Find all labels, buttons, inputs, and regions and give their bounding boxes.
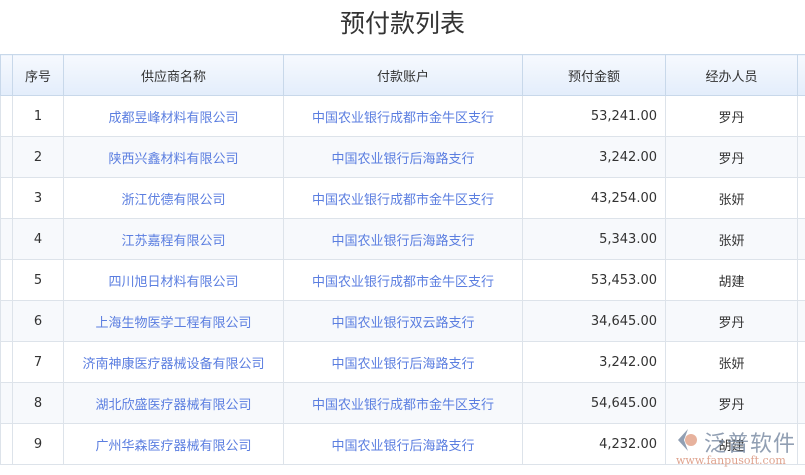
cell-account[interactable]: 中国农业银行双云路支行 bbox=[283, 300, 523, 342]
row-spacer bbox=[0, 136, 13, 178]
cell-person: 张妍 bbox=[665, 218, 798, 260]
row-spacer-right bbox=[797, 218, 805, 260]
cell-person: 胡建 bbox=[665, 259, 798, 301]
cell-no: 1 bbox=[12, 95, 64, 137]
table-row[interactable]: 8 湖北欣盛医疗器械有限公司 中国农业银行成都市金牛区支行 54,645.00 罗丹 bbox=[0, 382, 805, 424]
row-spacer-right bbox=[797, 259, 805, 301]
cell-person: 罗丹 bbox=[665, 382, 798, 424]
cell-person: 罗丹 bbox=[665, 300, 798, 342]
row-spacer bbox=[0, 259, 13, 301]
cell-supplier[interactable]: 江苏嘉程有限公司 bbox=[63, 218, 284, 260]
row-spacer-right bbox=[797, 136, 805, 178]
table-row[interactable]: 6 上海生物医学工程有限公司 中国农业银行双云路支行 34,645.00 罗丹 bbox=[0, 300, 805, 342]
table-row[interactable]: 3 浙江优德有限公司 中国农业银行成都市金牛区支行 43,254.00 张妍 bbox=[0, 177, 805, 219]
table-row[interactable]: 1 成都昱峰材料有限公司 中国农业银行成都市金牛区支行 53,241.00 罗丹 bbox=[0, 95, 805, 137]
cell-no: 8 bbox=[12, 382, 64, 424]
cell-account[interactable]: 中国农业银行后海路支行 bbox=[283, 341, 523, 383]
header-no[interactable]: 序号 bbox=[12, 54, 64, 96]
table-row[interactable]: 4 江苏嘉程有限公司 中国农业银行后海路支行 5,343.00 张妍 bbox=[0, 218, 805, 260]
cell-amount: 5,343.00 bbox=[522, 218, 666, 260]
cell-supplier[interactable]: 四川旭日材料有限公司 bbox=[63, 259, 284, 301]
cell-no: 7 bbox=[12, 341, 64, 383]
row-spacer-right bbox=[797, 95, 805, 137]
cell-supplier[interactable]: 济南神康医疗器械设备有限公司 bbox=[63, 341, 284, 383]
row-spacer bbox=[0, 95, 13, 137]
table-row[interactable]: 9 广州华森医疗器械有限公司 中国农业银行后海路支行 4,232.00 胡建 bbox=[0, 423, 805, 465]
cell-no: 5 bbox=[12, 259, 64, 301]
header-spacer bbox=[0, 54, 13, 96]
prepayment-table: 序号 供应商名称 付款账户 预付金额 经办人员 1 成都昱峰材料有限公司 中国农业银… bbox=[0, 54, 805, 465]
cell-amount: 3,242.00 bbox=[522, 341, 666, 383]
row-spacer-right bbox=[797, 423, 805, 465]
cell-amount: 43,254.00 bbox=[522, 177, 666, 219]
cell-no: 3 bbox=[12, 177, 64, 219]
header-person[interactable]: 经办人员 bbox=[665, 54, 798, 96]
row-spacer-right bbox=[797, 300, 805, 342]
cell-account[interactable]: 中国农业银行成都市金牛区支行 bbox=[283, 177, 523, 219]
cell-supplier[interactable]: 成都昱峰材料有限公司 bbox=[63, 95, 284, 137]
row-spacer bbox=[0, 423, 13, 465]
row-spacer bbox=[0, 177, 13, 219]
cell-supplier[interactable]: 湖北欣盛医疗器械有限公司 bbox=[63, 382, 284, 424]
row-spacer bbox=[0, 341, 13, 383]
cell-no: 4 bbox=[12, 218, 64, 260]
header-spacer-right bbox=[797, 54, 805, 96]
cell-supplier[interactable]: 广州华森医疗器械有限公司 bbox=[63, 423, 284, 465]
cell-account[interactable]: 中国农业银行后海路支行 bbox=[283, 136, 523, 178]
table-header: 序号 供应商名称 付款账户 预付金额 经办人员 bbox=[0, 54, 805, 96]
cell-supplier[interactable]: 上海生物医学工程有限公司 bbox=[63, 300, 284, 342]
header-account[interactable]: 付款账户 bbox=[283, 54, 523, 96]
cell-amount: 34,645.00 bbox=[522, 300, 666, 342]
cell-supplier[interactable]: 浙江优德有限公司 bbox=[63, 177, 284, 219]
cell-amount: 3,242.00 bbox=[522, 136, 666, 178]
cell-account[interactable]: 中国农业银行后海路支行 bbox=[283, 423, 523, 465]
cell-account[interactable]: 中国农业银行成都市金牛区支行 bbox=[283, 382, 523, 424]
cell-person: 张妍 bbox=[665, 341, 798, 383]
table-row[interactable]: 5 四川旭日材料有限公司 中国农业银行成都市金牛区支行 53,453.00 胡建 bbox=[0, 259, 805, 301]
cell-person: 罗丹 bbox=[665, 95, 798, 137]
row-spacer bbox=[0, 300, 13, 342]
cell-account[interactable]: 中国农业银行后海路支行 bbox=[283, 218, 523, 260]
cell-amount: 4,232.00 bbox=[522, 423, 666, 465]
row-spacer bbox=[0, 218, 13, 260]
cell-supplier[interactable]: 陕西兴鑫材料有限公司 bbox=[63, 136, 284, 178]
cell-account[interactable]: 中国农业银行成都市金牛区支行 bbox=[283, 95, 523, 137]
table-row[interactable]: 2 陕西兴鑫材料有限公司 中国农业银行后海路支行 3,242.00 罗丹 bbox=[0, 136, 805, 178]
row-spacer-right bbox=[797, 341, 805, 383]
row-spacer-right bbox=[797, 177, 805, 219]
header-supplier[interactable]: 供应商名称 bbox=[63, 54, 284, 96]
cell-no: 2 bbox=[12, 136, 64, 178]
table-row[interactable]: 7 济南神康医疗器械设备有限公司 中国农业银行后海路支行 3,242.00 张妍 bbox=[0, 341, 805, 383]
cell-amount: 54,645.00 bbox=[522, 382, 666, 424]
header-amount[interactable]: 预付金额 bbox=[522, 54, 666, 96]
cell-person: 胡建 bbox=[665, 423, 798, 465]
cell-account[interactable]: 中国农业银行成都市金牛区支行 bbox=[283, 259, 523, 301]
cell-no: 6 bbox=[12, 300, 64, 342]
page-title: 预付款列表 bbox=[339, 9, 465, 38]
cell-no: 9 bbox=[12, 423, 64, 465]
cell-amount: 53,241.00 bbox=[522, 95, 666, 137]
cell-amount: 53,453.00 bbox=[522, 259, 666, 301]
cell-person: 罗丹 bbox=[665, 136, 798, 178]
row-spacer-right bbox=[797, 382, 805, 424]
cell-person: 张妍 bbox=[665, 177, 798, 219]
row-spacer bbox=[0, 382, 13, 424]
